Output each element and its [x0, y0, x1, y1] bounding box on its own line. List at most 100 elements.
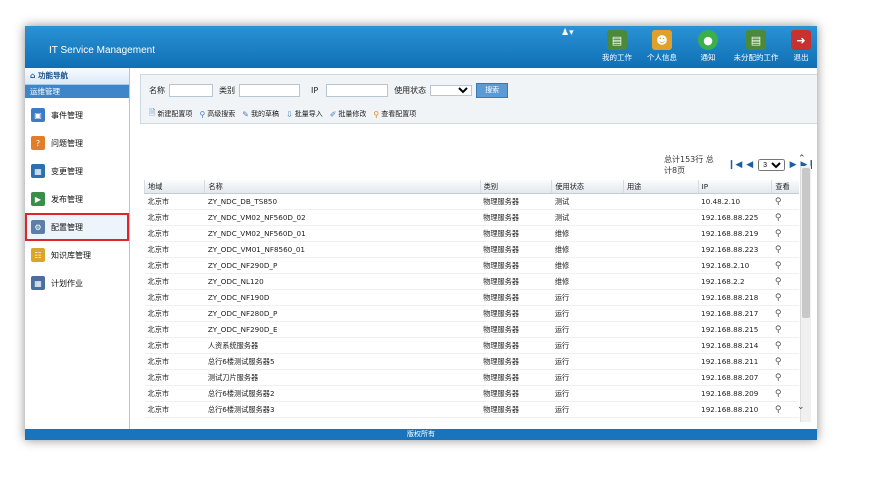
first-page-icon[interactable]: ❙◀: [728, 160, 742, 170]
column-header-status[interactable]: 使用状态: [551, 180, 624, 194]
sidebar-item-knowledge[interactable]: ☷ 知识库管理: [25, 241, 129, 269]
table-cell: ZY_ODC_NF190D: [204, 289, 481, 306]
user-icon[interactable]: ♟▾: [561, 28, 574, 38]
sidebar-item-event[interactable]: ▣ 事件管理: [25, 101, 129, 129]
table-row[interactable]: 北京市 ZY_ODC_NF190D 物理服务器 运行 192.168.88.218 ⚲: [144, 289, 799, 306]
notification-icon: ●: [698, 30, 718, 50]
table-cell: 192.168.88.214: [698, 337, 772, 354]
table-cell: 192.168.88.223: [698, 241, 772, 258]
vertical-scrollbar[interactable]: [800, 166, 811, 422]
scroll-up-icon[interactable]: ⌃: [798, 154, 806, 164]
main-content: 名称 类别 IP 使用状态 搜索 🗎 新建配置项 ⚲ 高级搜索 ✎ 我的草稿 ⇩ 批量导…: [130, 68, 817, 429]
table-row[interactable]: 北京市 总行6楼测试服务器3 物理服务器 运行 192.168.88.210 ⚲: [144, 401, 799, 418]
sidebar-item-config[interactable]: ⚙ 配置管理: [25, 213, 129, 241]
table-row[interactable]: 北京市 ZY_ODC_NL120 物理服务器 维修 192.168.2.2 ⚲: [144, 273, 799, 290]
table-cell: 总行6楼测试服务器5: [204, 353, 481, 370]
sidebar-group[interactable]: 运维管理: [25, 85, 129, 98]
table-row[interactable]: 北京市 ZY_ODC_NF290D_P 物理服务器 维修 192.168.2.10 ⚲: [144, 257, 799, 274]
nav-exit[interactable]: ➜ 退出: [787, 26, 815, 68]
column-header-name[interactable]: 名称: [204, 180, 481, 194]
next-page-icon[interactable]: ▶: [790, 160, 797, 170]
table-cell: 北京市: [144, 289, 205, 306]
table-cell: 北京市: [144, 337, 205, 354]
search-button[interactable]: 搜索: [476, 83, 509, 98]
view-magnifier-icon[interactable]: ⚲: [771, 385, 799, 402]
view-magnifier-icon[interactable]: ⚲: [771, 353, 799, 370]
nav-notification[interactable]: ● 通知: [688, 26, 728, 68]
my-draft-button[interactable]: ✎ 我的草稿: [242, 107, 279, 121]
sidebar-item-change[interactable]: ▦ 变更管理: [25, 157, 129, 185]
view-magnifier-icon[interactable]: ⚲: [771, 369, 799, 386]
unassigned-icon: ▤: [746, 30, 766, 50]
table-row[interactable]: 北京市 ZY_NDC_VM02_NF560D_02 物理服务器 测试 192.168.8…: [144, 209, 799, 226]
view-magnifier-icon[interactable]: ⚲: [771, 257, 799, 274]
table-row[interactable]: 北京市 总行6楼测试服务器5 物理服务器 运行 192.168.88.211 ⚲: [144, 353, 799, 370]
batch-import-button[interactable]: ⇩ 批量导入: [286, 107, 323, 121]
pager: 总计153行 总计8页 ❙◀ ◀ 3 ▶ ▶❙: [664, 154, 817, 176]
table-cell: 北京市: [144, 209, 205, 226]
table-row[interactable]: 北京市 人资系统服务器 物理服务器 运行 192.168.88.214 ⚲: [144, 337, 799, 354]
table-cell: 192.168.2.2: [698, 273, 772, 290]
import-icon: ⇩: [286, 109, 293, 119]
scrollbar-thumb[interactable]: [802, 168, 810, 318]
table-cell: 物理服务器: [480, 305, 552, 322]
table-cell: 物理服务器: [480, 369, 552, 386]
table-row[interactable]: 北京市 ZY_NDC_VM02_NF560D_01 物理服务器 维修 192.168.8…: [144, 225, 799, 242]
view-magnifier-icon[interactable]: ⚲: [771, 193, 799, 210]
page-select[interactable]: 3: [758, 159, 785, 171]
table-row[interactable]: 北京市 ZY_ODC_VM01_NF8560_01 物理服务器 维修 192.168.8…: [144, 241, 799, 258]
nav-profile[interactable]: ☻ 个人信息: [642, 26, 682, 68]
column-header-usage[interactable]: 用途: [622, 180, 699, 194]
view-magnifier-icon[interactable]: ⚲: [771, 289, 799, 306]
table-row[interactable]: 北京市 ZY_ODC_NF280D_P 物理服务器 运行 192.168.88.217 ⚲: [144, 305, 799, 322]
scroll-down-icon[interactable]: ⌄: [797, 402, 805, 412]
table-cell: 物理服务器: [480, 353, 552, 370]
table-cell: 北京市: [144, 193, 205, 210]
column-header-region[interactable]: 地域: [144, 180, 205, 194]
table-cell: ZY_NDC_VM02_NF560D_02: [204, 209, 481, 226]
release-icon: ▶: [31, 192, 45, 206]
table-cell: 维修: [551, 257, 624, 274]
batch-edit-button[interactable]: ✐ 批量修改: [330, 107, 367, 121]
column-header-view[interactable]: 查看: [771, 180, 799, 194]
table-row[interactable]: 北京市 ZY_NDC_DB_TS850 物理服务器 测试 10.48.2.10 ⚲: [144, 193, 799, 210]
column-header-type[interactable]: 类别: [479, 180, 552, 194]
column-header-ip[interactable]: IP: [697, 180, 772, 194]
table-row[interactable]: 北京市 ZY_ODC_NF290D_E 物理服务器 运行 192.168.88.215 ⚲: [144, 321, 799, 338]
app-title: IT Service Management: [49, 45, 155, 56]
table-cell: 物理服务器: [480, 289, 552, 306]
view-magnifier-icon[interactable]: ⚲: [771, 401, 799, 418]
config-table: 地域 名称 类别 使用状态 用途 IP 查看 北京市 ZY_NDC_DB_TS85…: [144, 180, 799, 420]
table-row[interactable]: 北京市 测试刀片服务器 物理服务器 运行 192.168.88.207 ⚲: [144, 369, 799, 386]
view-config-button[interactable]: ⚲ 查看配置项: [373, 107, 416, 121]
sidebar-item-release[interactable]: ▶ 发布管理: [25, 185, 129, 213]
view-magnifier-icon[interactable]: ⚲: [771, 337, 799, 354]
sidebar-item-schedule[interactable]: ▦ 计划作业: [25, 269, 129, 297]
table-cell: ZY_NDC_DB_TS850: [204, 193, 481, 210]
new-config-button[interactable]: 🗎 新建配置项: [149, 107, 192, 121]
table-cell: 运行: [551, 353, 624, 370]
table-row[interactable]: 北京市 总行6楼测试服务器2 物理服务器 运行 192.168.88.209 ⚲: [144, 385, 799, 402]
table-cell: 人资系统服务器: [204, 337, 481, 354]
nav-my-work[interactable]: ▤ 我的工作: [597, 26, 637, 68]
view-magnifier-icon[interactable]: ⚲: [771, 209, 799, 226]
view-magnifier-icon[interactable]: ⚲: [771, 241, 799, 258]
view-magnifier-icon[interactable]: ⚲: [771, 305, 799, 322]
name-input[interactable]: [169, 84, 213, 97]
status-select[interactable]: [430, 85, 473, 96]
advanced-search-button[interactable]: ⚲ 高级搜索: [199, 107, 235, 121]
table-cell: 运行: [551, 385, 624, 402]
nav-unassigned[interactable]: ▤ 未分配的工作: [728, 26, 784, 68]
sidebar-item-problem[interactable]: ? 问题管理: [25, 129, 129, 157]
ip-input[interactable]: [326, 84, 389, 97]
view-magnifier-icon[interactable]: ⚲: [771, 321, 799, 338]
type-input[interactable]: [239, 84, 300, 97]
search-row: 名称 类别 IP 使用状态 搜索: [149, 83, 509, 98]
view-magnifier-icon[interactable]: ⚲: [771, 273, 799, 290]
table-cell: 北京市: [144, 257, 205, 274]
table-cell: [623, 305, 699, 322]
table-cell: 北京市: [144, 385, 205, 402]
view-magnifier-icon[interactable]: ⚲: [771, 225, 799, 242]
table-cell: 192.168.88.215: [698, 321, 772, 338]
prev-page-icon[interactable]: ◀: [746, 160, 753, 170]
